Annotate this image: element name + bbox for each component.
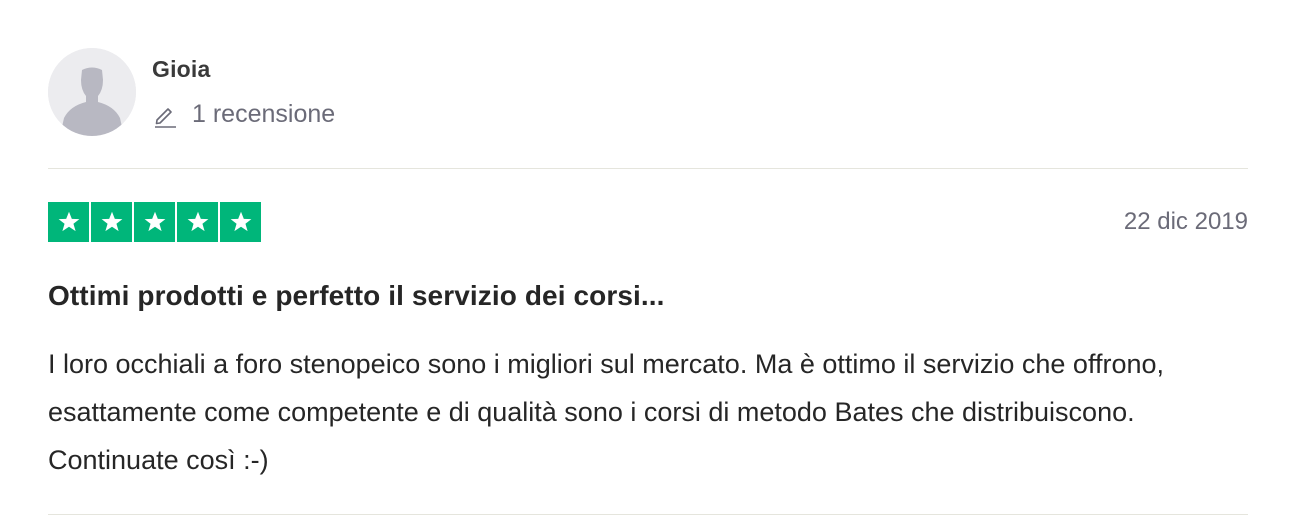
star-icon	[177, 202, 218, 242]
review-card: Gioia 1 recensione 22 dic 2019 Ottimi pr…	[48, 0, 1248, 524]
reviews-count-label: 1 recensione	[192, 100, 336, 128]
consumer-name[interactable]: Gioia	[152, 56, 211, 83]
review-title[interactable]: Ottimi prodotti e perfetto il servizio d…	[48, 280, 665, 312]
consumer-reviews-count: 1 recensione	[152, 100, 335, 129]
footer-divider	[48, 514, 1248, 515]
review-text: I loro occhiali a foro stenopeico sono i…	[48, 349, 1165, 475]
star-icon	[134, 202, 175, 242]
star-rating	[48, 202, 261, 242]
star-icon	[91, 202, 132, 242]
star-icon	[48, 202, 89, 242]
default-user-avatar-icon	[48, 48, 136, 136]
review-date: 22 dic 2019	[1123, 208, 1248, 235]
header-divider	[48, 168, 1248, 169]
avatar[interactable]	[48, 48, 136, 136]
pencil-icon	[155, 107, 176, 128]
star-icon	[220, 202, 261, 242]
